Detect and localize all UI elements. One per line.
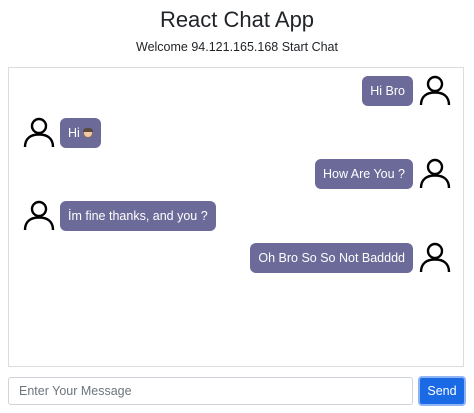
- user-icon: [419, 74, 451, 106]
- send-button[interactable]: Send: [418, 376, 466, 406]
- chat-app: React Chat App Welcome 94.121.165.168 St…: [0, 0, 474, 413]
- face-emoji-icon: [82, 128, 93, 138]
- message-text: Hi: [68, 126, 80, 140]
- user-icon: [419, 241, 451, 273]
- message-bubble: How Are You ?: [314, 159, 413, 189]
- page-title: React Chat App: [159, 7, 315, 32]
- chat-window[interactable]: Hi Bro Hi How Are You ? İm fine thanks, …: [8, 67, 464, 367]
- message-text: Hi Bro: [370, 84, 405, 98]
- message-text: How Are You ?: [322, 167, 405, 181]
- message-bubble: İm fine thanks, and you ?: [60, 201, 216, 231]
- message-row: Oh Bro So So Not Badddd: [9, 241, 463, 273]
- message-input[interactable]: [8, 377, 413, 405]
- message-row: How Are You ?: [9, 157, 463, 189]
- message-row: Hi Bro: [9, 74, 463, 106]
- message-row: İm fine thanks, and you ?: [9, 199, 463, 231]
- message-text: İm fine thanks, and you ?: [68, 209, 208, 223]
- message-bubble: Oh Bro So So Not Badddd: [250, 243, 413, 273]
- user-icon: [419, 157, 451, 189]
- user-icon: [23, 116, 55, 148]
- message-text: Oh Bro So So Not Badddd: [258, 251, 405, 265]
- message-bubble: Hi: [60, 118, 101, 148]
- welcome-text: Welcome 94.121.165.168 Start Chat: [136, 40, 338, 54]
- message-bubble: Hi Bro: [362, 76, 413, 106]
- message-row: Hi: [9, 116, 463, 148]
- user-icon: [23, 199, 55, 231]
